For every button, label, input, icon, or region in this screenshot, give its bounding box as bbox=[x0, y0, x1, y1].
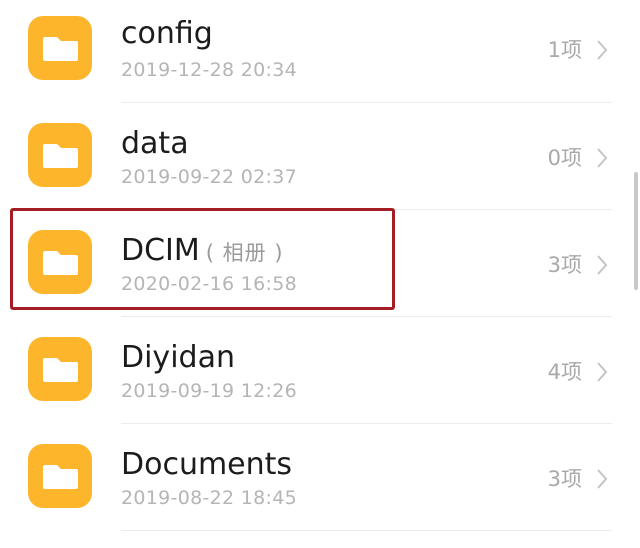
item-date: 2019-12-28 20:34 bbox=[121, 59, 298, 81]
list-item-config[interactable]: config 2019-12-28 20:34 1项 bbox=[0, 0, 640, 94]
list-item-diyidan[interactable]: Diyidan 2019-09-19 12:26 4项 bbox=[0, 317, 640, 423]
item-count: 1项 bbox=[547, 38, 582, 62]
list-item-documents[interactable]: Documents 2019-08-22 18:45 3项 bbox=[0, 424, 640, 530]
highlight-box bbox=[10, 208, 395, 310]
item-count: 3项 bbox=[547, 467, 582, 491]
list-item-data[interactable]: data 2019-09-22 02:37 0项 bbox=[0, 103, 640, 209]
folder-icon bbox=[28, 444, 92, 508]
chevron-right-icon bbox=[597, 40, 608, 60]
folder-icon bbox=[28, 123, 92, 187]
chevron-right-icon bbox=[597, 362, 608, 382]
folder-icon bbox=[28, 337, 92, 401]
folder-icon bbox=[28, 16, 92, 80]
chevron-right-icon bbox=[597, 255, 608, 275]
divider bbox=[121, 530, 612, 531]
item-count: 4项 bbox=[547, 360, 582, 384]
item-name: Diyidan bbox=[121, 340, 235, 375]
item-count: 0项 bbox=[547, 146, 582, 170]
item-count: 3项 bbox=[547, 253, 582, 277]
item-date: 2019-09-19 12:26 bbox=[121, 380, 298, 402]
item-date: 2019-09-22 02:37 bbox=[121, 166, 298, 188]
file-list: config 2019-12-28 20:34 1项 data 2019-09-… bbox=[0, 0, 640, 548]
chevron-right-icon bbox=[597, 469, 608, 489]
item-name: Documents bbox=[121, 447, 293, 482]
item-name: data bbox=[121, 126, 189, 161]
chevron-right-icon bbox=[597, 148, 608, 168]
scrollbar[interactable] bbox=[634, 172, 638, 290]
item-date: 2019-08-22 18:45 bbox=[121, 487, 298, 509]
item-name: config bbox=[121, 16, 213, 51]
